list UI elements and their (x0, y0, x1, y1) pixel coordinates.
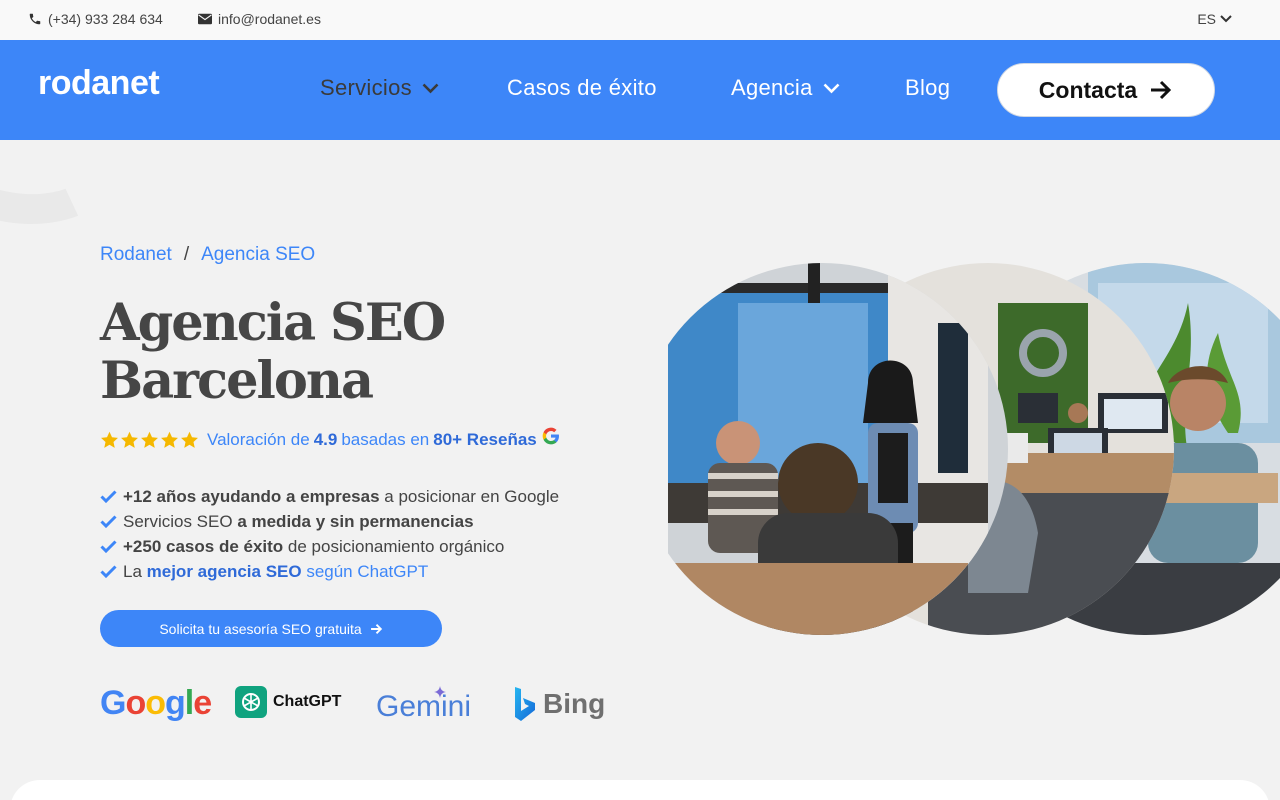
chevron-down-icon (422, 83, 439, 93)
title-line-2: Barcelona (100, 351, 374, 411)
benefit-bold: a medida y sin permanencias (237, 511, 474, 531)
star-icon (181, 431, 198, 448)
phone-number: (+34) 933 284 634 (48, 11, 163, 27)
rating-mid: basadas en (341, 430, 430, 449)
arrow-right-icon (370, 623, 382, 634)
arrow-right-icon (1151, 80, 1172, 100)
gemini-wordmark: Gemini (376, 690, 472, 723)
nav-item-blog[interactable]: Blog (905, 75, 950, 101)
breadcrumb-home[interactable]: Rodanet (100, 244, 172, 266)
list-item: +12 años ayudando a empresas a posiciona… (100, 484, 559, 509)
main-navigation: rodanet Servicios Casos de éxito Agencia… (0, 40, 1280, 140)
nav-item-label: Casos de éxito (507, 75, 657, 100)
list-item: La mejor agencia SEO según ChatGPT (100, 559, 559, 584)
chatgpt-logo: ChatGPT (235, 686, 341, 718)
star-icon (161, 431, 178, 448)
nav-item-label: Agencia (731, 75, 813, 100)
benefits-list: +12 años ayudando a empresas a posiciona… (100, 484, 559, 584)
rating-stars (100, 431, 199, 449)
team-photos (668, 263, 1280, 635)
check-icon (100, 490, 117, 503)
sparkle-icon (434, 686, 446, 698)
page-title: Agencia SEO Barcelona (100, 294, 560, 410)
rating-reviews-link[interactable]: 80+ Reseñas (433, 430, 537, 450)
star-icon (141, 431, 158, 448)
top-bar: (+34) 933 284 634 info@rodanet.es ES (0, 0, 1280, 40)
star-icon (121, 431, 138, 448)
chevron-down-icon (1220, 15, 1232, 23)
nav-item-agencia[interactable]: Agencia (731, 75, 840, 101)
bing-icon (515, 687, 535, 721)
email-address: info@rodanet.es (218, 11, 321, 27)
chatgpt-wordmark: ChatGPT (273, 693, 342, 710)
benefit-bold: +250 casos de éxito (123, 536, 284, 556)
check-icon (100, 540, 117, 553)
check-icon (100, 515, 117, 528)
free-seo-consultation-button[interactable]: Solicita tu asesoría SEO gratuita (100, 610, 442, 647)
next-section-card (10, 780, 1270, 800)
contact-button-label: Contacta (1038, 76, 1138, 103)
benefit-text: Servicios SEO (123, 511, 238, 531)
google-logo: Google (100, 684, 212, 722)
google-g-icon (542, 427, 559, 445)
check-icon (100, 565, 117, 578)
gemini-logo: Gemini (376, 686, 472, 724)
contact-button[interactable]: Contacta (997, 63, 1215, 117)
star-icon (101, 431, 118, 448)
nav-item-label: Servicios (320, 75, 412, 100)
nav-item-label: Blog (905, 75, 951, 100)
rating-value: 4.9 (313, 430, 338, 449)
breadcrumb: Rodanet / Agencia SEO (100, 244, 315, 266)
list-item: Servicios SEO a medida y sin permanencia… (100, 509, 559, 534)
openai-icon (235, 686, 267, 718)
phone-contact[interactable]: (+34) 933 284 634 (28, 11, 163, 27)
mail-icon (198, 13, 212, 25)
benefit-bold-link[interactable]: mejor agencia SEO (147, 562, 302, 581)
breadcrumb-separator: / (183, 244, 190, 265)
list-item: +250 casos de éxito de posicionamiento o… (100, 534, 559, 559)
benefit-text: según ChatGPT (301, 561, 429, 581)
button-label: Solicita tu asesoría SEO gratuita (159, 620, 362, 637)
bing-wordmark: Bing (543, 688, 606, 719)
language-selector[interactable]: ES (1197, 11, 1232, 27)
breadcrumb-current[interactable]: Agencia SEO (201, 244, 315, 266)
rating-prefix: Valoración de (207, 430, 310, 449)
language-label: ES (1197, 11, 1216, 27)
benefit-text: de posicionamiento orgánico (283, 536, 505, 556)
benefit-text: La (123, 561, 147, 581)
benefit-bold: +12 años ayudando a empresas (123, 486, 380, 506)
ai-search-brands: Google ChatGPT Gemini Bing (100, 684, 620, 728)
benefit-text: a posicionar en Google (379, 486, 560, 506)
bing-logo: Bing (513, 686, 605, 722)
nav-item-casos-de-exito[interactable]: Casos de éxito (507, 75, 657, 101)
email-contact[interactable]: info@rodanet.es (198, 11, 321, 27)
rating-summary: Valoración de 4.9 basadas en 80+ Reseñas (100, 427, 561, 450)
title-line-1: Agencia SEO (100, 293, 446, 353)
nav-item-servicios[interactable]: Servicios (320, 75, 439, 101)
chevron-down-icon (823, 83, 840, 93)
